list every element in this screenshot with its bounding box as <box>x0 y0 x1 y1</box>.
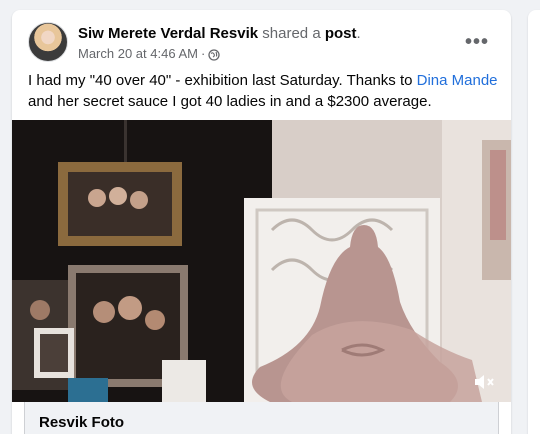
video-frame-image <box>12 120 511 402</box>
globe-icon[interactable] <box>208 48 220 61</box>
author-avatar[interactable] <box>28 22 68 62</box>
more-horizontal-icon: ••• <box>464 30 489 53</box>
feed-post-card: Siw Merete Verdal Resvik shared a post. … <box>12 10 511 434</box>
volume-muted-icon[interactable] <box>473 372 497 392</box>
author-name-link[interactable]: Siw Merete Verdal Resvik <box>78 25 258 42</box>
mention-link[interactable]: Dina Mande <box>417 72 498 89</box>
post-header: Siw Merete Verdal Resvik shared a post. … <box>28 22 495 62</box>
attribution-period: . <box>356 25 361 42</box>
shared-post-link[interactable]: post <box>325 25 357 42</box>
post-text-after: and her secret sauce I got 40 ladies in … <box>28 93 432 110</box>
more-options-button[interactable]: ••• <box>459 24 495 60</box>
post-meta: March 20 at 4:46 AM · <box>78 45 361 62</box>
post-header-text: Siw Merete Verdal Resvik shared a post. … <box>78 24 361 62</box>
shared-label: shared a <box>262 25 321 42</box>
post-message: I had my "40 over 40" - exhibition last … <box>28 70 500 112</box>
post-text-before: I had my "40 over 40" - exhibition last … <box>28 72 417 89</box>
link-preview[interactable]: Resvik Foto <box>24 402 499 434</box>
post-attribution: Siw Merete Verdal Resvik shared a post. <box>78 24 361 43</box>
link-preview-title[interactable]: Resvik Foto <box>39 414 484 431</box>
right-column-edge <box>528 10 540 434</box>
meta-separator: · <box>200 46 206 61</box>
post-video[interactable] <box>12 120 511 402</box>
post-timestamp-link[interactable]: March 20 at 4:46 AM <box>78 45 198 62</box>
